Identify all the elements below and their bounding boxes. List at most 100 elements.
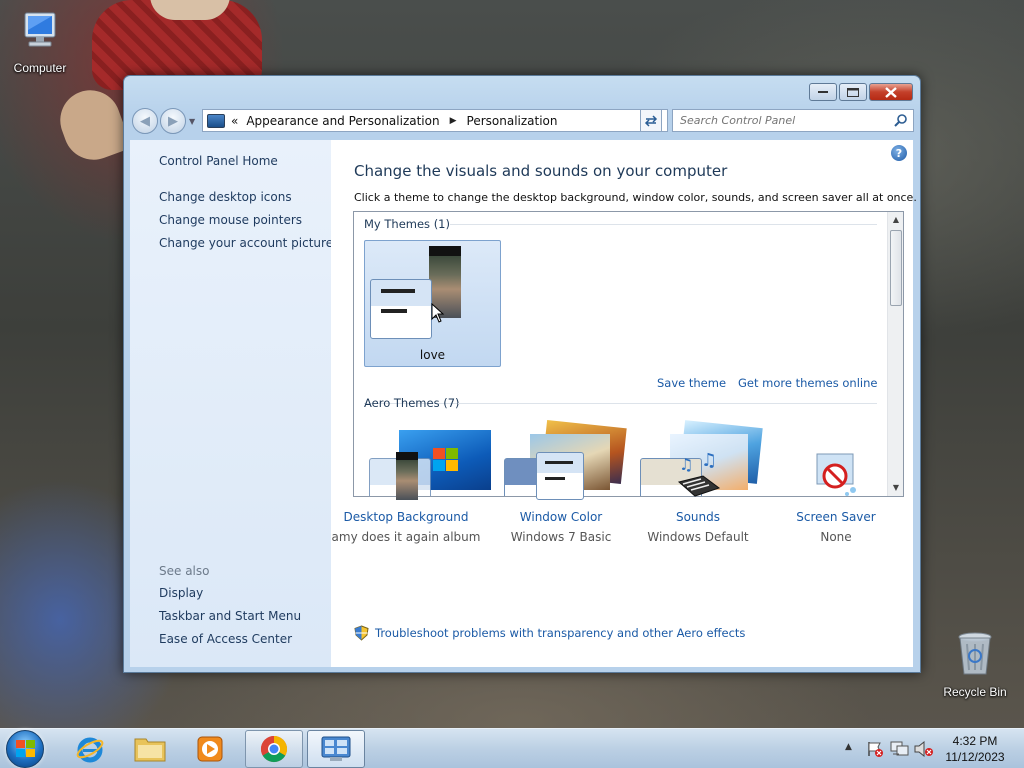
network-icon[interactable] <box>890 740 910 758</box>
taskbar: ▲ 4:32 PM 11/12/2023 <box>0 728 1024 768</box>
change-desktop-icons-link[interactable]: Change desktop icons <box>159 190 292 204</box>
maximize-icon <box>847 87 859 97</box>
troubleshoot-link[interactable]: Troubleshoot problems with transparency … <box>375 626 745 640</box>
theme-name: love <box>419 348 446 362</box>
theme-window-color-preview <box>370 279 432 339</box>
recent-pages-dropdown[interactable]: ▼ <box>189 117 195 126</box>
page-description: Click a theme to change the desktop back… <box>354 191 917 204</box>
change-mouse-pointers-link[interactable]: Change mouse pointers <box>159 213 302 227</box>
desktop-icon-label: Recycle Bin <box>943 685 1007 699</box>
page-title: Change the visuals and sounds on your co… <box>354 162 728 180</box>
control-panel-icon <box>207 113 225 128</box>
caption-buttons <box>809 83 913 101</box>
scroll-thumb[interactable] <box>890 230 902 306</box>
group-divider <box>450 224 877 225</box>
window-color-icon <box>486 452 636 506</box>
forward-arrow-icon: ▶ <box>168 113 178 129</box>
desktop-background-title[interactable]: Desktop Background <box>331 510 481 524</box>
breadcrumb-personalization[interactable]: Personalization <box>467 114 558 128</box>
display-link[interactable]: Display <box>159 586 203 600</box>
action-center-icon[interactable] <box>866 741 884 757</box>
ease-of-access-link[interactable]: Ease of Access Center <box>159 632 292 646</box>
wallpaper-figure-arm <box>51 81 133 169</box>
show-hidden-icons-icon[interactable]: ▲ <box>845 742 852 752</box>
taskbar-internet-explorer[interactable] <box>61 730 119 768</box>
desktop-icon-label: Computer <box>13 61 67 75</box>
scroll-up-icon[interactable]: ▲ <box>888 212 903 228</box>
my-themes-header: My Themes (1) <box>364 217 450 231</box>
screen-saver-setting[interactable]: Screen Saver None <box>761 452 911 544</box>
shield-icon <box>354 625 369 641</box>
save-theme-link[interactable]: Save theme <box>657 376 726 390</box>
search-input[interactable] <box>680 114 890 127</box>
clock-date: 11/12/2023 <box>945 750 1005 764</box>
minimize-icon <box>818 91 828 93</box>
taskbar-windows-explorer[interactable] <box>121 730 179 768</box>
forward-button[interactable]: ▶ <box>160 108 186 134</box>
back-button[interactable]: ◀ <box>132 108 158 134</box>
breadcrumb-appearance[interactable]: Appearance and Personalization <box>246 114 439 128</box>
minimize-button[interactable] <box>809 83 837 101</box>
media-player-icon <box>197 736 223 762</box>
refresh-button[interactable] <box>640 109 662 132</box>
theme-tile-love[interactable]: love <box>364 240 501 367</box>
control-panel-icon <box>321 736 351 761</box>
refresh-icon <box>644 114 658 127</box>
help-icon: ? <box>895 146 903 160</box>
control-panel-home-link[interactable]: Control Panel Home <box>159 154 278 168</box>
overflow-chevron-icon[interactable]: « <box>231 114 238 128</box>
troubleshoot-row[interactable]: Troubleshoot problems with transparency … <box>354 625 745 641</box>
group-divider <box>458 403 877 404</box>
taskbar-chrome[interactable] <box>245 730 303 768</box>
sounds-setting[interactable]: ♫ ♫ Sounds Windows Default <box>623 452 773 544</box>
personalization-window: ◀ ▶ ▼ « Appearance and Personalization ▶… <box>123 75 921 673</box>
desktop-icon-recycle-bin[interactable]: Recycle Bin <box>935 630 1015 699</box>
computer-icon <box>24 12 56 47</box>
sounds-value: Windows Default <box>647 530 749 544</box>
left-task-pane: Control Panel Home Change desktop icons … <box>130 140 333 667</box>
search-icon[interactable] <box>894 113 908 127</box>
volume-muted-icon[interactable] <box>914 741 934 757</box>
main-content: ? Change the visuals and sounds on your … <box>331 140 917 667</box>
windows-logo-icon <box>16 740 35 757</box>
mouse-cursor-icon <box>431 303 445 323</box>
aero-themes-header: Aero Themes (7) <box>364 396 460 410</box>
window-color-value: Windows 7 Basic <box>510 530 612 544</box>
change-account-picture-link[interactable]: Change your account picture <box>159 236 333 250</box>
window-color-setting[interactable]: Window Color Windows 7 Basic <box>486 452 636 544</box>
internet-explorer-icon <box>76 737 104 763</box>
screen-saver-value: None <box>820 530 852 544</box>
taskbar-start-menu-link[interactable]: Taskbar and Start Menu <box>159 609 301 623</box>
preview-bar <box>381 309 407 313</box>
screen-saver-icon <box>761 452 911 506</box>
preview-bar <box>381 289 415 293</box>
chrome-icon <box>260 735 288 763</box>
clock-time: 4:32 PM <box>952 734 998 748</box>
maximize-button[interactable] <box>839 83 867 101</box>
start-button[interactable] <box>6 730 44 768</box>
close-icon <box>885 86 897 98</box>
svg-text:♫: ♫ <box>679 455 693 474</box>
svg-text:♫: ♫ <box>701 452 717 471</box>
close-button[interactable] <box>869 83 913 101</box>
clock[interactable]: 4:32 PM 11/12/2023 <box>938 733 1012 765</box>
navigation-bar: ◀ ▶ ▼ « Appearance and Personalization ▶… <box>132 108 914 134</box>
see-also-header: See also <box>159 564 210 578</box>
recycle-bin-icon <box>958 632 992 675</box>
search-box[interactable] <box>672 109 914 132</box>
window-color-title[interactable]: Window Color <box>486 510 636 524</box>
back-arrow-icon: ◀ <box>140 113 150 129</box>
sounds-icon: ♫ ♫ <box>623 452 773 506</box>
screen-saver-title[interactable]: Screen Saver <box>761 510 911 524</box>
help-button[interactable]: ? <box>891 145 907 161</box>
taskbar-media-player[interactable] <box>181 730 239 768</box>
folder-icon <box>134 738 166 762</box>
sounds-title[interactable]: Sounds <box>623 510 773 524</box>
desktop-background-icon <box>331 452 481 506</box>
address-bar[interactable]: « Appearance and Personalization ▶ Perso… <box>202 109 668 132</box>
breadcrumb-separator-icon[interactable]: ▶ <box>450 116 457 126</box>
desktop-background-setting[interactable]: Desktop Background amy does it again alb… <box>331 452 481 544</box>
get-more-themes-link[interactable]: Get more themes online <box>738 376 877 390</box>
desktop-icon-computer[interactable]: Computer <box>0 8 80 75</box>
taskbar-control-panel[interactable] <box>307 730 365 768</box>
